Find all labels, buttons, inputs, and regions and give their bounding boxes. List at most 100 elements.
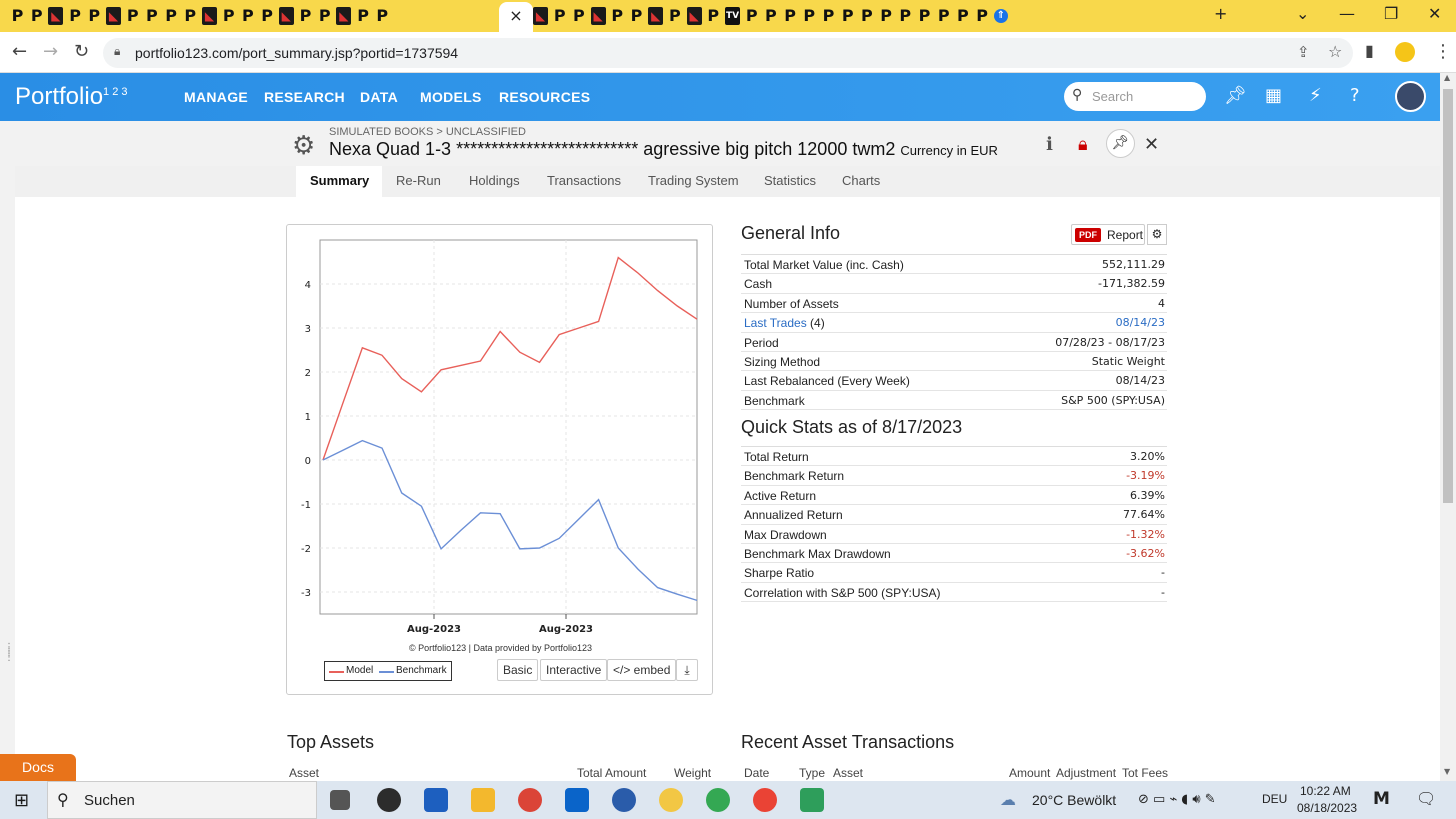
chrome-profile-icon[interactable] <box>659 788 683 812</box>
url-text[interactable]: portfolio123.com/port_summary.jsp?portid… <box>135 45 458 61</box>
browser-tab-favicon-icon[interactable]: P <box>68 7 83 25</box>
browser-tab-favicon-icon[interactable]: TV <box>725 7 740 25</box>
chrome-profile-2-icon[interactable] <box>706 788 730 812</box>
browser-tab-favicon-icon[interactable]: P <box>706 7 721 25</box>
top-assets-col-asset[interactable]: Asset <box>289 766 319 780</box>
scroll-down-icon[interactable]: ▼ <box>1444 767 1450 776</box>
browser-tab-favicon-icon[interactable]: P <box>917 7 932 25</box>
lock-icon[interactable]: 🔒︎ <box>1078 134 1088 155</box>
browser-tab-favicon-icon[interactable]: ◣ <box>336 7 352 25</box>
breadcrumb[interactable]: SIMULATED BOOKS > UNCLASSIFIED <box>329 126 526 138</box>
general-info-label[interactable]: Last Trades (4) <box>744 316 825 330</box>
tx-col-date[interactable]: Date <box>744 766 769 780</box>
browser-tab-favicon-icon[interactable]: P <box>183 7 198 25</box>
tab-charts[interactable]: Charts <box>828 166 894 197</box>
last-trades-link[interactable]: Last Trades <box>744 316 807 330</box>
maximize-icon[interactable]: ❐ <box>1384 4 1398 23</box>
browser-tab-favicon-icon[interactable]: P <box>859 7 874 25</box>
reload-icon[interactable]: ↻ <box>74 41 89 62</box>
interactive-chart-button[interactable]: Interactive <box>540 659 608 681</box>
browser-tab-favicon-icon[interactable]: P <box>552 7 567 25</box>
windows-start-icon[interactable]: ⊞ <box>14 790 29 811</box>
browser-tab-favicon-icon[interactable]: ◣ <box>648 7 664 25</box>
browser-tab-favicon-icon[interactable]: P <box>87 7 102 25</box>
browser-tab-favicon-icon[interactable]: P <box>317 7 332 25</box>
browser-tab-favicon-icon[interactable]: ⇑ <box>993 9 1008 23</box>
minimize-icon[interactable]: — <box>1339 4 1355 23</box>
tx-col-asset[interactable]: Asset <box>833 766 863 780</box>
browser-tab-favicon-icon[interactable]: P <box>955 7 970 25</box>
chrome-icon[interactable] <box>518 788 542 812</box>
clock-time[interactable]: 10:22 AM <box>1300 784 1351 798</box>
browser-menu-icon[interactable]: ⋮ <box>1434 41 1452 62</box>
notification-m-icon[interactable]: M <box>1373 789 1390 809</box>
embed-chart-button[interactable]: </> embed <box>607 659 677 681</box>
trading-app-icon[interactable] <box>800 788 824 812</box>
tx-col-tot-fees[interactable]: Tot Fees <box>1122 766 1168 780</box>
lightning-icon[interactable]: ⚡︎ <box>1309 85 1322 106</box>
user-avatar[interactable] <box>1395 81 1426 112</box>
clock-date[interactable]: 08/18/2023 <box>1297 801 1357 815</box>
tab-statistics[interactable]: Statistics <box>750 166 830 197</box>
browser-tab-favicon-icon[interactable]: P <box>571 7 586 25</box>
legend-model-label[interactable]: Model <box>346 665 373 676</box>
legend-benchmark-label[interactable]: Benchmark <box>396 665 447 676</box>
basic-chart-button[interactable]: Basic <box>497 659 539 681</box>
portfolio123-logo[interactable]: Portfolio1 2 3 <box>15 83 128 111</box>
outlook-calendar-icon[interactable] <box>424 788 448 812</box>
pin-icon[interactable]: 📌︎ <box>1106 129 1135 158</box>
browser-tab-favicon-icon[interactable]: P <box>298 7 313 25</box>
info-icon[interactable]: ℹ <box>1046 134 1053 155</box>
weather-text[interactable]: 20°C Bewölkt <box>1032 792 1116 808</box>
browser-tab-favicon-icon[interactable]: ◣ <box>106 7 121 25</box>
close-window-icon[interactable]: ✕ <box>1428 4 1441 23</box>
browser-tab-favicon-icon[interactable]: ◣ <box>48 7 64 25</box>
tab-transactions[interactable]: Transactions <box>533 166 635 197</box>
browser-tab-favicon-icon[interactable]: P <box>125 7 140 25</box>
browser-tab-favicon-icon[interactable]: P <box>975 7 990 25</box>
scrollbar-thumb[interactable] <box>1443 89 1453 503</box>
scroll-up-icon[interactable]: ▲ <box>1444 73 1450 82</box>
nav-resources[interactable]: RESOURCES <box>499 89 590 105</box>
browser-tab-favicon-icon[interactable]: P <box>763 7 778 25</box>
resize-handle-icon[interactable]: ⋮ ⋮ ⋮ <box>4 643 14 663</box>
browser-tab-favicon-icon[interactable]: P <box>840 7 855 25</box>
cloud-weather-icon[interactable]: ☁ <box>1000 790 1016 809</box>
browser-tab-favicon-icon[interactable]: P <box>375 7 390 25</box>
apps-grid-icon[interactable]: ▦ <box>1265 85 1282 106</box>
tab-summary[interactable]: Summary <box>296 166 382 197</box>
outlook-icon[interactable] <box>565 788 589 812</box>
browser-tab-favicon-icon[interactable]: P <box>260 7 275 25</box>
page-scrollbar[interactable]: ▲ ▼ <box>1440 73 1456 781</box>
settings-gear-icon[interactable]: ⚙ <box>292 131 315 161</box>
top-assets-col-weight[interactable]: Weight <box>674 766 711 780</box>
whatsapp-icon[interactable] <box>377 788 401 812</box>
browser-tab-favicon-icon[interactable]: ◣ <box>533 7 548 25</box>
pdf-report-button[interactable]: PDF Report <box>1071 224 1145 245</box>
download-icon[interactable]: ⤓ <box>676 659 698 681</box>
browser-tab-favicon-icon[interactable]: P <box>821 7 836 25</box>
browser-tab-favicon-icon[interactable]: P <box>783 7 798 25</box>
bookmark-star-icon[interactable]: ☆ <box>1328 42 1342 61</box>
pin-icon[interactable]: 📌︎ <box>1224 85 1247 106</box>
active-browser-tab[interactable]: × <box>499 2 533 32</box>
browser-tab-favicon-icon[interactable]: P <box>879 7 894 25</box>
browser-tab-favicon-icon[interactable]: P <box>221 7 236 25</box>
tx-col-amount[interactable]: Amount <box>1009 766 1050 780</box>
browser-tab-favicon-icon[interactable]: P <box>356 7 371 25</box>
system-tray-icons[interactable]: ⊘ ▭ ⌁ ◖ 🔊︎ ✎ <box>1138 792 1216 807</box>
performance-chart[interactable]: 4 3 2 1 0 -1 -2 -3 Aug-2023 Aug-2023 <box>287 225 714 655</box>
tab-rerun[interactable]: Re-Run <box>382 166 455 197</box>
new-tab-button[interactable]: + <box>1214 4 1227 23</box>
site-search-input[interactable]: ⚲ Search <box>1064 82 1206 111</box>
browser-tab-favicon-icon[interactable]: P <box>10 7 25 25</box>
docs-button[interactable]: Docs <box>0 754 76 781</box>
tx-col-type[interactable]: Type <box>799 766 825 780</box>
close-tab-icon[interactable]: × <box>509 6 522 25</box>
taskbar-search[interactable]: ⚲ Suchen <box>47 781 317 819</box>
browser-tab-favicon-icon[interactable]: P <box>610 7 625 25</box>
browser-tab-favicon-icon[interactable]: P <box>936 7 951 25</box>
profile-icon[interactable] <box>1395 42 1415 62</box>
forward-icon[interactable]: → <box>43 41 58 62</box>
tx-col-adjustment[interactable]: Adjustment <box>1056 766 1116 780</box>
